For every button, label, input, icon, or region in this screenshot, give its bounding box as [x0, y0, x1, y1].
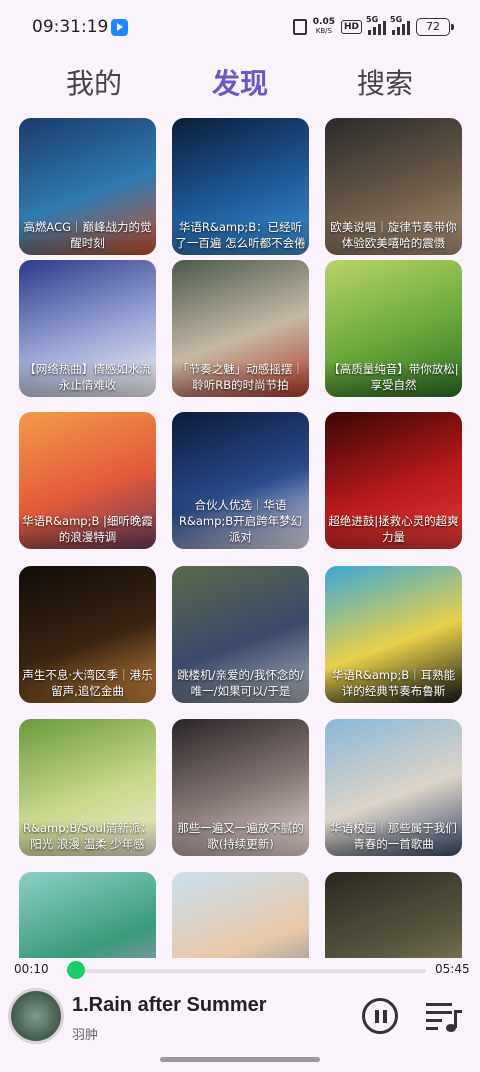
playlist-caption: 华语R&amp;B｜耳熟能详的经典节奏布鲁斯 — [325, 667, 462, 703]
playlist-card[interactable]: R&amp;B/Soul清新派：阳光 浪漫 温柔 少年感 — [19, 719, 156, 856]
playlist-card[interactable]: 超绝进鼓|拯救心灵的超爽力量 — [325, 412, 462, 549]
playlist-caption: 华语R&amp;B |细听晚霞的浪漫特调 — [19, 513, 156, 549]
playlist-caption: 声生不息·大湾区季｜港乐留声,追忆金曲 — [19, 667, 156, 703]
status-icons: 0.05 KB/S HD 5G 5G 72 — [292, 15, 454, 38]
tab-discover[interactable]: 发现 — [212, 62, 268, 102]
playlist-card[interactable] — [172, 872, 309, 958]
pause-icon[interactable] — [362, 998, 398, 1034]
tab-search[interactable]: 搜索 — [357, 62, 413, 102]
playlist-caption: 华语R&amp;B：已经听了一百遍 怎么听都不会倦 — [172, 219, 309, 255]
playlist-card[interactable] — [325, 872, 462, 958]
playlist-caption: 超绝进鼓|拯救心灵的超爽力量 — [325, 513, 462, 549]
playlist-card[interactable] — [19, 872, 156, 958]
signal-1-label: 5G — [366, 15, 379, 24]
signal-icon-2: 5G — [390, 15, 410, 35]
status-time: 09:31:19 — [32, 17, 109, 37]
playlist-card[interactable]: 华语校园｜那些属于我们青春的一首歌曲 — [325, 719, 462, 856]
playlist-caption: 那些一遍又一遍放不腻的歌(持续更新) — [172, 820, 309, 856]
net-speed-value: 0.05 — [312, 17, 335, 27]
playlist-caption: 【网络热曲】情感如水流 永止情难收 — [19, 361, 156, 397]
net-speed: 0.05 KB/S — [313, 18, 335, 36]
playlist-card[interactable]: 合伙人优选｜华语R&amp;B开启跨年梦幻派对 — [172, 412, 309, 549]
signal-icon-1: 5G — [366, 15, 386, 35]
top-tabs: 我的 发现 搜索 — [0, 56, 480, 108]
elapsed-time: 00:10 — [14, 962, 49, 976]
playlist-caption: 跳楼机/亲爱的/我怀念的/唯一/如果可以/于是 — [172, 667, 309, 703]
playlist-card[interactable]: 那些一遍又一遍放不腻的歌(持续更新) — [172, 719, 309, 856]
playlist-caption: R&amp;B/Soul清新派：阳光 浪漫 温柔 少年感 — [19, 820, 156, 856]
playlist-grid: 高燃ACG｜巅峰战力的觉醒时刻 华语R&amp;B：已经听了一百遍 怎么听都不会倦… — [19, 110, 463, 958]
playlist-card[interactable]: 跳楼机/亲爱的/我怀念的/唯一/如果可以/于是 — [172, 566, 309, 703]
status-bar: 09:31:19 0.05 KB/S HD 5G 5G 72 — [0, 0, 480, 56]
playlist-caption: 华语校园｜那些属于我们青春的一首歌曲 — [325, 820, 462, 856]
battery-icon: 72 — [416, 18, 454, 36]
playlist-card[interactable]: 高燃ACG｜巅峰战力的觉醒时刻 — [19, 118, 156, 255]
vibrate-icon — [292, 19, 307, 35]
playlist-card[interactable]: 「节奏之魅」动感摇摆｜聆听RB的时尚节拍 — [172, 260, 309, 397]
net-speed-unit: KB/S — [315, 27, 332, 35]
playlist-card[interactable]: 华语R&amp;B：已经听了一百遍 怎么听都不会倦 — [172, 118, 309, 255]
playlist-caption: 欧美说唱｜旋律节奏带你体验欧美嘻哈的震慑 — [325, 219, 462, 255]
playlist-card[interactable]: 【高质量纯音】带你放松|享受自然 — [325, 260, 462, 397]
home-indicator[interactable] — [160, 1057, 320, 1062]
mini-player[interactable]: 1.Rain after Summer 羽肿 — [0, 982, 480, 1052]
album-art[interactable] — [8, 988, 64, 1044]
playlist-caption: 「节奏之魅」动感摇摆｜聆听RB的时尚节拍 — [172, 361, 309, 397]
playlist-caption: 高燃ACG｜巅峰战力的觉醒时刻 — [19, 219, 156, 255]
hd-icon: HD — [340, 20, 362, 34]
playlist-caption: 【高质量纯音】带你放松|享受自然 — [325, 361, 462, 397]
playlist-card[interactable]: 华语R&amp;B |细听晚霞的浪漫特调 — [19, 412, 156, 549]
progress-bar: 00:10 05:45 — [0, 958, 480, 982]
playlist-card[interactable]: 声生不息·大湾区季｜港乐留声,追忆金曲 — [19, 566, 156, 703]
playlist-card[interactable]: 欧美说唱｜旋律节奏带你体验欧美嘻哈的震慑 — [325, 118, 462, 255]
song-artist: 羽肿 — [72, 1028, 99, 1043]
playlist-card[interactable]: 华语R&amp;B｜耳熟能详的经典节奏布鲁斯 — [325, 566, 462, 703]
playlist-icon[interactable] — [424, 998, 464, 1034]
duration-time: 05:45 — [435, 962, 470, 976]
progress-thumb[interactable] — [67, 961, 86, 979]
playlist-card[interactable]: 【网络热曲】情感如水流 永止情难收 — [19, 260, 156, 397]
tab-mine[interactable]: 我的 — [66, 62, 122, 102]
progress-track[interactable] — [66, 969, 426, 973]
playlist-caption: 合伙人优选｜华语R&amp;B开启跨年梦幻派对 — [172, 497, 309, 549]
signal-2-label: 5G — [390, 15, 403, 24]
song-title[interactable]: 1.Rain after Summer — [72, 994, 267, 1017]
app-notification-icon — [111, 19, 128, 36]
